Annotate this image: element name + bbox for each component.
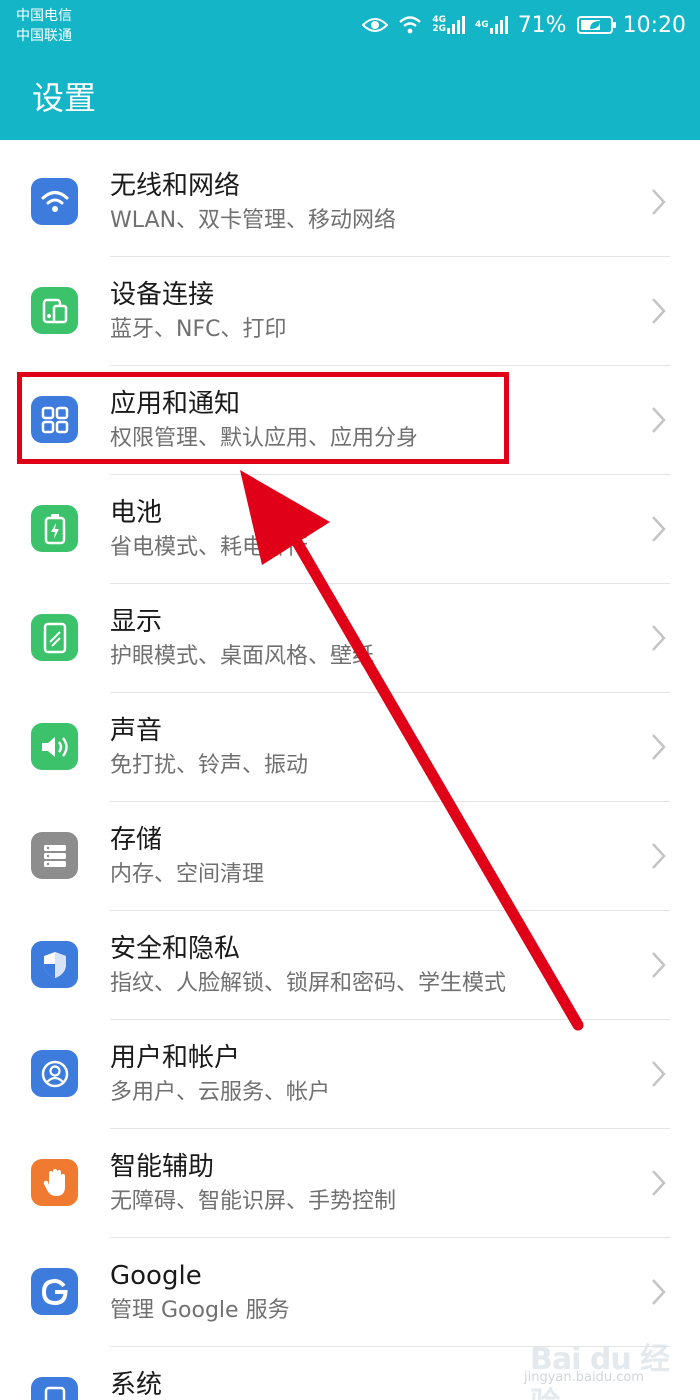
status-bar: 中国电信 中国联通 4G 2G 4G 71% 10:20 — [0, 0, 700, 62]
user-icon — [31, 1050, 78, 1097]
display-icon — [31, 614, 78, 661]
setting-title: 无线和网络 — [110, 171, 241, 201]
signal-1: 4G 2G — [432, 16, 466, 34]
leaf-icon — [589, 21, 600, 29]
setting-subtitle: 指纹、人脸解锁、锁屏和密码、学生模式 — [110, 971, 507, 996]
setting-title: 系统 — [110, 1370, 163, 1400]
carrier-2: 中国联通 — [16, 28, 72, 44]
carrier-labels: 中国电信 中国联通 — [16, 6, 72, 46]
setting-wireless-network[interactable]: 无线和网络 WLAN、双卡管理、移动网络 — [0, 148, 700, 257]
storage-icon — [31, 832, 78, 879]
setting-subtitle: WLAN、双卡管理、移动网络 — [110, 208, 397, 233]
setting-subtitle: 无障碍、智能识屏、手势控制 — [110, 1189, 397, 1214]
setting-title: 存储 — [110, 825, 163, 855]
setting-subtitle: 管理 Google 服务 — [110, 1298, 290, 1323]
setting-title: 智能辅助 — [110, 1152, 215, 1182]
sound-icon — [31, 723, 78, 770]
signal-bars-icon — [447, 16, 466, 34]
chevron-right-icon — [652, 843, 666, 869]
setting-apps-notifications[interactable]: 应用和通知 权限管理、默认应用、应用分身 — [0, 366, 700, 475]
google-icon — [31, 1268, 78, 1315]
setting-sound[interactable]: 声音 免打扰、铃声、振动 — [0, 693, 700, 802]
chevron-right-icon — [652, 1061, 666, 1087]
setting-display[interactable]: 显示 护眼模式、桌面风格、壁纸 — [0, 584, 700, 693]
app-bar: 设置 — [0, 62, 700, 140]
chevron-right-icon — [652, 407, 666, 433]
setting-subtitle: 权限管理、默认应用、应用分身 — [110, 426, 419, 451]
carrier-1: 中国电信 — [16, 8, 72, 24]
chevron-right-icon — [652, 952, 666, 978]
status-icons: 4G 2G 4G 71% 10:20 — [362, 10, 686, 40]
setting-title: 显示 — [110, 607, 163, 637]
setting-subtitle: 免打扰、铃声、振动 — [110, 753, 309, 778]
setting-device-connection[interactable]: 设备连接 蓝牙、NFC、打印 — [0, 257, 700, 366]
chevron-right-icon — [652, 734, 666, 760]
setting-title: 设备连接 — [110, 280, 215, 310]
eye-comfort-icon — [362, 18, 389, 32]
chevron-right-icon — [652, 516, 666, 542]
setting-smart-assistance[interactable]: 智能辅助 无障碍、智能识屏、手势控制 — [0, 1129, 700, 1238]
battery-icon — [31, 505, 78, 552]
shield-icon — [31, 941, 78, 988]
watermark-brand: Bai du 经验 — [530, 1342, 670, 1400]
watermark-url: jingyan.baidu.com — [524, 1370, 644, 1385]
setting-subtitle: 内存、空间清理 — [110, 862, 265, 887]
settings-list: 无线和网络 WLAN、双卡管理、移动网络 设备连接 蓝牙、NFC、打印 应用和通… — [0, 148, 700, 1400]
battery-percent: 71% — [517, 12, 567, 38]
setting-google[interactable]: Google 管理 Google 服务 — [0, 1238, 700, 1347]
net-tag-2: 4G — [475, 19, 489, 30]
apps-grid-icon — [31, 396, 78, 443]
setting-title: 用户和帐户 — [110, 1043, 241, 1073]
page-title: 设置 — [32, 79, 97, 117]
setting-title: 电池 — [110, 498, 163, 528]
setting-subtitle: 护眼模式、桌面风格、壁纸 — [110, 644, 375, 669]
net-tag-1b: 2G — [432, 24, 447, 34]
wifi-icon — [31, 178, 78, 225]
setting-security-privacy[interactable]: 安全和隐私 指纹、人脸解锁、锁屏和密码、学生模式 — [0, 911, 700, 1020]
chevron-right-icon — [652, 298, 666, 324]
wifi-status-icon — [399, 16, 422, 34]
setting-title: Google — [110, 1261, 202, 1291]
setting-title: 应用和通知 — [110, 389, 241, 419]
baidu-jingyan-watermark: Bai du 经验 jingyan.baidu.com — [520, 1332, 690, 1400]
setting-subtitle: 蓝牙、NFC、打印 — [110, 317, 287, 342]
setting-title: 声音 — [110, 716, 163, 746]
chevron-right-icon — [652, 1170, 666, 1196]
hand-icon — [31, 1159, 78, 1206]
chevron-right-icon — [652, 189, 666, 215]
setting-subtitle: 省电模式、耗电排行 — [110, 535, 309, 560]
clock: 10:20 — [622, 12, 686, 38]
signal-bars-icon — [489, 16, 508, 34]
setting-title: 安全和隐私 — [110, 934, 241, 964]
chevron-right-icon — [652, 625, 666, 651]
chevron-right-icon — [652, 1279, 666, 1305]
device-connect-icon — [31, 287, 78, 334]
setting-storage[interactable]: 存储 内存、空间清理 — [0, 802, 700, 911]
signal-2: 4G — [475, 16, 508, 34]
setting-battery[interactable]: 电池 省电模式、耗电排行 — [0, 475, 700, 584]
battery-status-icon — [576, 16, 616, 34]
system-icon — [31, 1377, 78, 1400]
setting-users-accounts[interactable]: 用户和帐户 多用户、云服务、帐户 — [0, 1020, 700, 1129]
setting-subtitle: 多用户、云服务、帐户 — [110, 1080, 331, 1105]
